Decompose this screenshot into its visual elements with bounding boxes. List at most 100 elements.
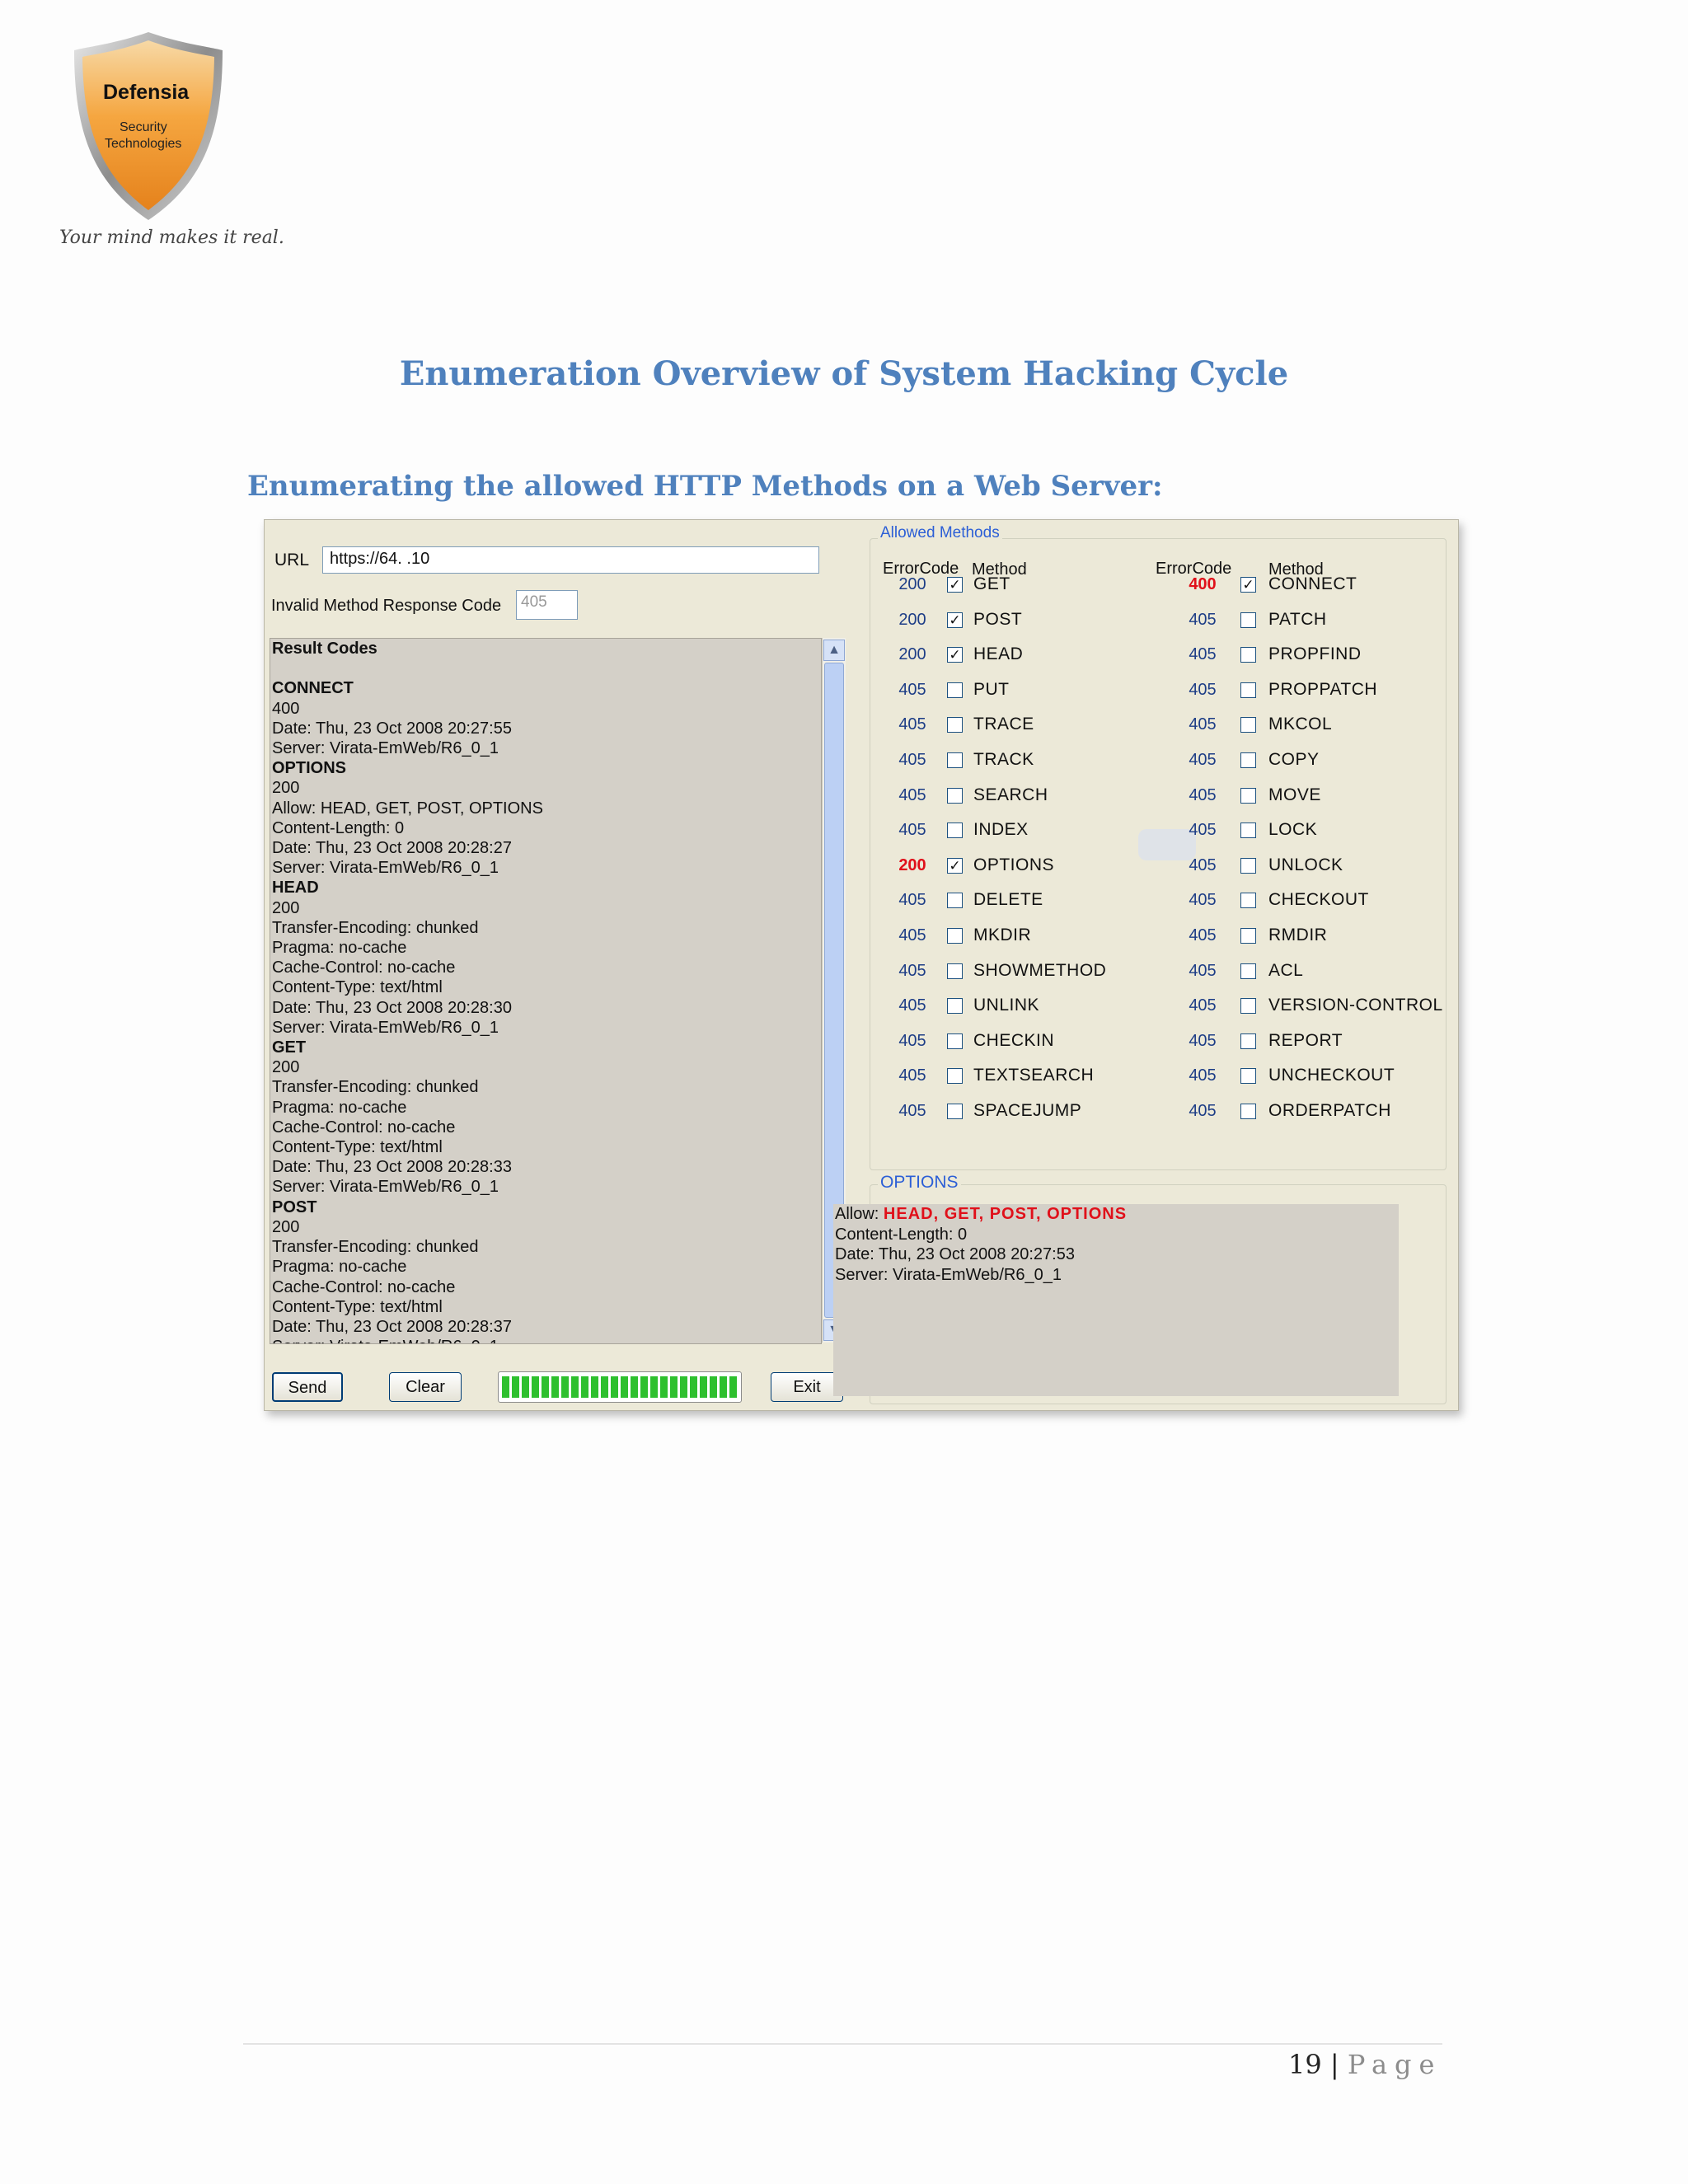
result-line: 200 <box>272 779 300 798</box>
method-checkbox[interactable]: ✓ <box>947 857 963 874</box>
method-checkbox[interactable]: ✓ <box>1240 577 1256 593</box>
error-code: 405 <box>1189 1102 1217 1120</box>
error-code: 405 <box>1189 926 1217 944</box>
logo-tagline: Your mind makes it real. <box>59 227 284 248</box>
error-code: 405 <box>898 715 926 734</box>
method-name: TEXTSEARCH <box>973 1066 1095 1085</box>
url-input[interactable]: https://64. .10 <box>322 546 819 574</box>
method-checkbox[interactable] <box>947 717 963 733</box>
method-name: MOVE <box>1268 785 1321 804</box>
method-checkbox[interactable] <box>947 963 963 979</box>
method-name: COPY <box>1268 750 1320 769</box>
method-name: LOCK <box>1268 820 1318 840</box>
page-word: Page <box>1347 2049 1442 2080</box>
method-checkbox[interactable] <box>947 682 963 698</box>
scroll-up-icon[interactable]: ▲ <box>823 640 845 661</box>
result-line: Cache-Control: no-cache <box>272 958 456 977</box>
method-name: RMDIR <box>1268 926 1328 944</box>
method-checkbox[interactable] <box>947 1033 963 1049</box>
error-code: 405 <box>898 751 926 769</box>
error-code: 405 <box>898 1066 926 1085</box>
result-line: Transfer-Encoding: chunked <box>272 1238 479 1257</box>
method-name: ORDERPATCH <box>1268 1101 1391 1120</box>
method-name: HEAD <box>973 644 1024 664</box>
method-checkbox[interactable] <box>1240 963 1256 979</box>
result-line: OPTIONS <box>272 759 347 778</box>
method-name: MKDIR <box>973 926 1032 944</box>
method-checkbox[interactable] <box>1240 893 1256 909</box>
allowed-methods-title: Allowed Methods <box>878 524 1002 542</box>
result-line: Server: Virata-EmWeb/R6_0_1 <box>272 1018 499 1037</box>
result-line: CONNECT <box>272 679 354 698</box>
options-response-box[interactable]: Allow: HEAD, GET, POST, OPTIONS Content-… <box>833 1204 1399 1396</box>
allow-value: HEAD, GET, POST, OPTIONS <box>883 1205 1128 1223</box>
exit-button[interactable]: Exit <box>771 1372 843 1402</box>
method-checkbox[interactable] <box>1240 612 1256 628</box>
method-checkbox[interactable] <box>1240 752 1256 768</box>
method-checkbox[interactable] <box>1240 928 1256 944</box>
page-number-value: 19 <box>1288 2049 1322 2080</box>
method-checkbox[interactable]: ✓ <box>947 577 963 593</box>
method-checkbox[interactable] <box>1240 1068 1256 1085</box>
method-checkbox[interactable] <box>947 928 963 944</box>
error-code: 405 <box>1189 891 1217 910</box>
method-checkbox[interactable] <box>1240 857 1256 874</box>
error-code: 405 <box>898 891 926 910</box>
result-line: Content-Length: 0 <box>272 818 405 837</box>
method-name: INDEX <box>973 820 1029 840</box>
method-checkbox[interactable] <box>947 752 963 768</box>
result-line: Transfer-Encoding: chunked <box>272 1078 479 1097</box>
method-checkbox[interactable]: ✓ <box>947 612 963 628</box>
error-code: 400 <box>1189 575 1217 593</box>
method-checkbox[interactable] <box>1240 998 1256 1015</box>
error-code: 405 <box>1189 821 1217 840</box>
method-name: MKCOL <box>1268 715 1333 734</box>
result-codes-textbox[interactable]: Result Codes CONNECT 400 Date: Thu, 23 Oct… <box>270 638 822 1344</box>
method-checkbox[interactable] <box>947 787 963 804</box>
result-line: 200 <box>272 898 300 917</box>
error-code: 405 <box>898 961 926 980</box>
progress-bar <box>498 1371 742 1403</box>
method-name: UNLOCK <box>1268 855 1343 874</box>
method-name: TRACE <box>973 715 1034 734</box>
result-line: Pragma: no-cache <box>272 939 407 958</box>
method-checkbox[interactable]: ✓ <box>947 647 963 663</box>
method-checkbox[interactable] <box>1240 787 1256 804</box>
method-checkbox[interactable] <box>947 1068 963 1085</box>
method-checkbox[interactable] <box>947 1104 963 1119</box>
result-line: Date: Thu, 23 Oct 2008 20:28:33 <box>272 1158 512 1177</box>
result-line: 200 <box>272 1058 300 1077</box>
error-code: 405 <box>1189 751 1217 769</box>
method-checkbox[interactable] <box>1240 647 1256 663</box>
method-checkbox[interactable] <box>1240 717 1256 733</box>
method-name: SHOWMETHOD <box>973 960 1107 980</box>
clear-button[interactable]: Clear <box>389 1372 462 1402</box>
error-code: 405 <box>898 785 926 804</box>
method-checkbox[interactable] <box>1240 1104 1256 1119</box>
method-name: CHECKIN <box>973 1030 1055 1050</box>
error-code: 405 <box>898 821 926 840</box>
method-checkbox[interactable] <box>947 893 963 909</box>
result-line: Pragma: no-cache <box>272 1098 407 1117</box>
page-separator: | <box>1329 2049 1339 2080</box>
error-code: 200 <box>898 645 926 664</box>
result-line: Transfer-Encoding: chunked <box>272 918 479 937</box>
error-code: 405 <box>1189 610 1217 629</box>
method-checkbox[interactable] <box>1240 682 1256 698</box>
options-content-length: Content-Length: 0 <box>835 1225 968 1244</box>
method-checkbox[interactable] <box>947 823 963 839</box>
invalid-code-input[interactable]: 405 <box>516 590 578 620</box>
invalid-code-label: Invalid Method Response Code <box>271 597 502 615</box>
result-line <box>272 658 799 678</box>
options-date: Date: Thu, 23 Oct 2008 20:27:53 <box>835 1245 1075 1263</box>
result-line: Server: Virata-EmWeb/R6_0_1 <box>272 1178 499 1197</box>
error-code: 405 <box>1189 855 1217 874</box>
method-checkbox[interactable] <box>1240 1033 1256 1049</box>
method-checkbox[interactable] <box>1240 823 1256 839</box>
method-name: PUT <box>973 679 1010 699</box>
send-button[interactable]: Send <box>272 1372 343 1402</box>
method-checkbox[interactable] <box>947 998 963 1015</box>
error-code: 405 <box>1189 785 1217 804</box>
result-line: Server: Virata-EmWeb/R6_0_1 <box>272 1337 799 1343</box>
error-code: 405 <box>898 1102 926 1120</box>
